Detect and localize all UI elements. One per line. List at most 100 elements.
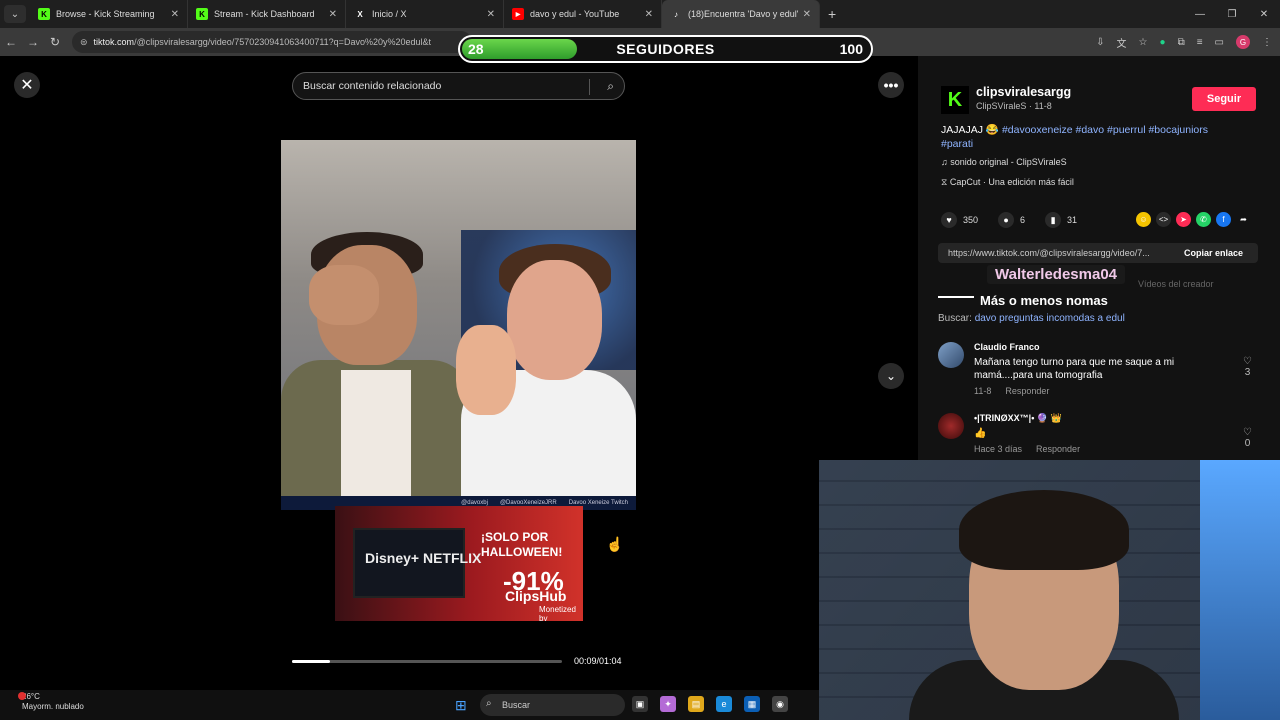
comment-like[interactable]: ♡ 0 xyxy=(1243,427,1252,449)
app-icon[interactable]: ◉ xyxy=(772,696,788,712)
more-options-button[interactable]: ••• xyxy=(878,72,904,98)
ad-promo: ¡SOLO POR HALLOWEEN! xyxy=(481,530,563,559)
comment-author[interactable]: Claudio Franco xyxy=(974,342,1040,352)
like-heart-icon[interactable]: ♥ xyxy=(941,212,957,228)
extension-icon[interactable]: ● xyxy=(1160,37,1166,48)
tab-search-button[interactable]: ⌄ xyxy=(4,5,26,23)
kick-icon: K xyxy=(196,8,208,20)
comment-icon[interactable]: ● xyxy=(998,212,1015,228)
follow-button[interactable]: Seguir xyxy=(1192,87,1256,111)
video-player[interactable]: @davoxbj @DavooXeneizeJRR Davoo Xeneize … xyxy=(281,128,636,688)
heart-outline-icon: ♡ xyxy=(1243,427,1252,438)
chat-overlay-username: Walterledesma04 xyxy=(987,265,1126,284)
avatar[interactable] xyxy=(938,342,964,368)
browser-tab[interactable]: K Stream - Kick Dashboard ✕ xyxy=(188,0,346,28)
channel-username[interactable]: clipsviralesargg xyxy=(976,85,1071,99)
split-icon[interactable]: ▭ xyxy=(1215,37,1224,48)
avatar[interactable] xyxy=(938,413,964,439)
url-path: /@clipsviralesargg/video/757023094106340… xyxy=(134,37,431,47)
menu-icon[interactable]: ⋮ xyxy=(1262,37,1272,48)
forward-icon[interactable]: → xyxy=(22,35,44,49)
tab-title: Stream - Kick Dashboard xyxy=(214,9,315,19)
browser-tab-active[interactable]: ♪ (18)Encuentra 'Davo y edul' ✕ xyxy=(662,0,820,28)
minimize-icon[interactable]: — xyxy=(1184,9,1216,20)
puzzle-icon[interactable]: ⧉ xyxy=(1178,37,1185,48)
close-tab-icon[interactable]: ✕ xyxy=(171,9,179,20)
comment-text: 👍 xyxy=(974,428,987,439)
embed-icon[interactable]: <> xyxy=(1156,212,1171,227)
video-progress-bar[interactable] xyxy=(292,660,562,663)
chat-overlay-message: Más o menos nomas xyxy=(980,293,1108,308)
hand-cursor-icon: ☝ xyxy=(606,536,624,552)
search-icon[interactable]: ⌕ xyxy=(607,79,614,94)
next-video-button[interactable]: ⌄ xyxy=(878,363,904,389)
windows-start-icon[interactable]: ⊞ xyxy=(455,697,467,714)
weather-desc: Mayorm. nublado xyxy=(22,702,84,711)
music-link[interactable]: ♫ sonido original - ClipSViraleS xyxy=(941,157,1067,167)
close-icon: ✕ xyxy=(20,77,34,94)
more-dots-icon: ••• xyxy=(883,77,899,93)
close-tab-icon[interactable]: ✕ xyxy=(803,9,811,20)
related-search-input[interactable]: Buscar contenido relacionado ⌕ xyxy=(292,72,625,100)
tab-creator-videos[interactable]: Vídeos del creador xyxy=(1138,279,1214,289)
search-placeholder: Buscar contenido relacionado xyxy=(303,80,442,92)
weather-widget[interactable]: 26°C Mayorm. nublado xyxy=(18,692,84,712)
copilot-icon[interactable]: ✦ xyxy=(660,696,676,712)
close-tab-icon[interactable]: ✕ xyxy=(487,9,495,20)
ad-brand: ClipsHub xyxy=(505,588,567,604)
new-tab-icon[interactable]: + xyxy=(828,6,836,22)
bookmark-icon[interactable]: ▮ xyxy=(1045,212,1062,228)
taskbar-search[interactable]: ⌕ Buscar xyxy=(480,694,625,716)
reload-icon[interactable]: ↻ xyxy=(44,35,66,49)
reply-button[interactable]: Responder xyxy=(1036,444,1080,454)
share-arrow-icon[interactable]: ➦ xyxy=(1236,212,1251,227)
ad-monetized: Monetized by xyxy=(539,605,576,621)
comment-meta: 11-8 Responder xyxy=(974,386,1049,396)
x-logo-icon: X xyxy=(357,9,363,19)
back-icon[interactable]: ← xyxy=(0,35,22,49)
reading-list-icon[interactable]: ≡ xyxy=(1197,37,1203,48)
music-title: sonido original - ClipSViraleS xyxy=(950,157,1067,167)
comment-author[interactable]: •|TRINØXX™|• 🔮 👑 xyxy=(974,413,1062,424)
taskbar-apps: ▣ ✦ ▤ e ▦ ◉ xyxy=(632,696,788,712)
store-icon[interactable]: ▦ xyxy=(744,696,760,712)
close-tab-icon[interactable]: ✕ xyxy=(645,9,653,20)
ad-brands: Disney+ NETFLIX xyxy=(365,550,482,566)
channel-avatar[interactable]: K xyxy=(941,86,969,114)
webcam-light xyxy=(1200,460,1280,720)
related-search-suggestion[interactable]: Buscar: davo preguntas incomodas a edul xyxy=(938,313,1125,324)
close-tab-icon[interactable]: ✕ xyxy=(329,9,337,20)
address-bar[interactable]: ⊜ tiktok.com/@clipsviralesargg/video/757… xyxy=(72,31,472,53)
send-icon[interactable]: ➤ xyxy=(1176,212,1191,227)
tab-title: Inicio / X xyxy=(372,9,407,19)
facebook-icon[interactable]: f xyxy=(1216,212,1231,227)
task-view-icon[interactable]: ▣ xyxy=(632,696,648,712)
whatsapp-icon[interactable]: ✆ xyxy=(1196,212,1211,227)
comment-item: Claudio Franco Mañana tengo turno para q… xyxy=(938,342,1258,402)
install-icon[interactable]: ⇩ xyxy=(1096,37,1104,48)
taskbar-search-label: Buscar xyxy=(502,700,531,710)
comment-meta: Hace 3 días Responder xyxy=(974,444,1080,454)
browser-tab[interactable]: X Inicio / X ✕ xyxy=(346,0,504,28)
search-icon: ⌕ xyxy=(486,698,492,709)
comment-like[interactable]: ♡ 3 xyxy=(1243,356,1252,378)
reply-button[interactable]: Responder xyxy=(1005,386,1049,396)
close-player-button[interactable]: ✕ xyxy=(14,72,40,98)
save-count: 31 xyxy=(1067,215,1078,225)
file-explorer-icon[interactable]: ▤ xyxy=(688,696,704,712)
capcut-link[interactable]: ⧖ CapCut · Una edición más fácil xyxy=(941,177,1074,188)
browser-tab[interactable]: ▶ davo y edul - YouTube ✕ xyxy=(504,0,662,28)
profile-avatar[interactable]: G xyxy=(1236,35,1250,49)
copy-link-button[interactable]: Copiar enlace xyxy=(1184,248,1243,258)
translate-icon[interactable]: 文 xyxy=(1117,35,1127,50)
maximize-icon[interactable]: ❐ xyxy=(1216,9,1248,20)
site-info-icon[interactable]: ⊜ xyxy=(80,37,88,48)
edge-icon[interactable]: e xyxy=(716,696,732,712)
close-window-icon[interactable]: ✕ xyxy=(1248,9,1280,20)
bookmark-star-icon[interactable]: ☆ xyxy=(1139,37,1148,48)
engagement-stats: ♥ 350 ● 6 ▮ 31 xyxy=(941,212,1077,228)
follower-goal-overlay: 28 SEGUIDORES 100 xyxy=(458,35,873,63)
video-ad-banner[interactable]: Disney+ NETFLIX ¡SOLO POR HALLOWEEN! -91… xyxy=(335,506,583,621)
coin-icon[interactable]: ☺ xyxy=(1136,212,1151,227)
browser-tab[interactable]: K Browse - Kick Streaming ✕ xyxy=(30,0,188,28)
